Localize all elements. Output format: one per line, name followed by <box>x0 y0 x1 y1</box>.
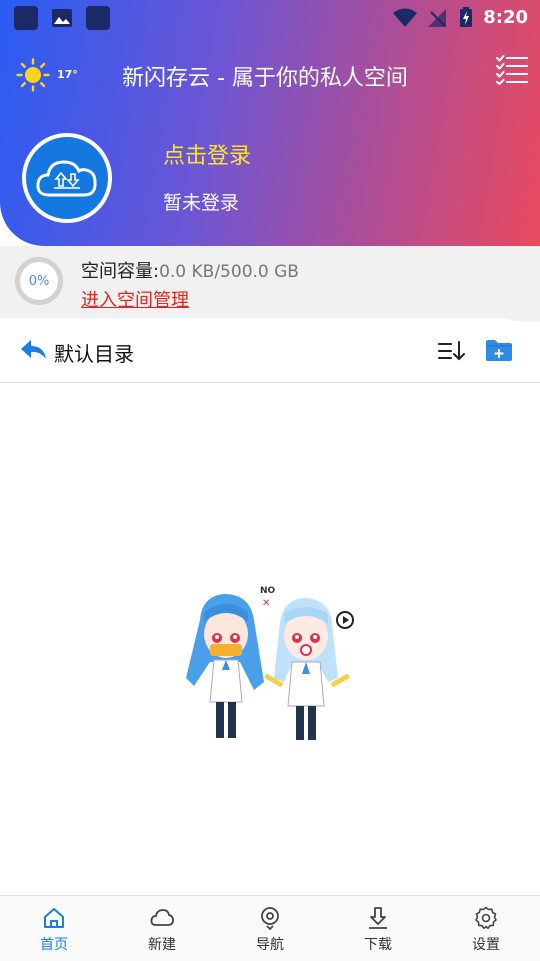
storage-percent: 0% <box>28 273 50 289</box>
directory-bar: 默认目录 <box>0 318 540 383</box>
right-character <box>264 598 354 740</box>
empty-state-illustration: NO ✕ <box>180 582 366 748</box>
new-folder-icon[interactable] <box>485 338 513 366</box>
directory-name: 默认目录 <box>54 342 134 366</box>
tab-label-download: 下载 <box>364 937 392 953</box>
app-header: 8:20 17° 新闪存云 - 属于你的私人空间 点击登录 暂未登录 <box>0 0 540 246</box>
svg-text:✕: ✕ <box>262 598 270 609</box>
user-avatar[interactable] <box>22 133 112 223</box>
manage-space-link[interactable]: 进入空间管理 <box>81 286 189 312</box>
no-label: NO <box>260 586 276 596</box>
tab-label-home: 首页 <box>40 937 68 953</box>
cloud-icon <box>150 909 174 926</box>
bottom-tab-bar: 首页 新建 导航 下载 设置 <box>0 895 540 961</box>
capacity-text: 空间容量:0.0 KB/500.0 GB <box>81 257 299 283</box>
notification-app-icon-2 <box>86 6 110 30</box>
tab-label-navigation: 导航 <box>256 937 284 953</box>
tab-download[interactable]: 下载 <box>324 896 432 961</box>
weather-temperature: 17° <box>57 68 78 81</box>
sun-icon <box>16 58 50 92</box>
login-link[interactable]: 点击登录 <box>163 138 251 170</box>
tab-new[interactable]: 新建 <box>108 896 216 961</box>
cloud-sync-icon <box>36 160 97 197</box>
sort-icon[interactable] <box>437 340 467 366</box>
download-icon <box>369 907 387 929</box>
left-character <box>186 594 264 738</box>
notification-app-icon <box>14 6 38 30</box>
tab-settings[interactable]: 设置 <box>432 896 540 961</box>
no-signal-icon <box>428 9 446 27</box>
navigation-icon <box>261 907 279 930</box>
home-icon <box>44 908 64 928</box>
login-status: 暂未登录 <box>163 192 240 214</box>
status-bar: 8:20 <box>0 0 540 36</box>
storage-usage-ring: 0% <box>15 257 63 305</box>
tab-label-settings: 设置 <box>472 937 500 953</box>
gallery-icon <box>50 6 74 30</box>
back-icon[interactable] <box>20 338 48 366</box>
storage-panel: 0% 空间容量:0.0 KB/500.0 GB 进入空间管理 <box>0 246 540 321</box>
settings-icon <box>475 906 497 930</box>
tab-navigation[interactable]: 导航 <box>216 896 324 961</box>
capacity-label: 空间容量: <box>81 261 160 282</box>
tab-label-new: 新建 <box>148 937 176 953</box>
tab-home[interactable]: 首页 <box>0 896 108 961</box>
battery-charging-icon <box>460 7 472 27</box>
checklist-menu-icon[interactable] <box>496 55 528 89</box>
weather-widget[interactable] <box>16 58 50 96</box>
app-title: 新闪存云 - 属于你的私人空间 <box>122 66 408 91</box>
capacity-value: 0.0 KB/500.0 GB <box>159 262 299 282</box>
status-time: 8:20 <box>483 7 528 28</box>
wifi-icon <box>393 8 417 27</box>
